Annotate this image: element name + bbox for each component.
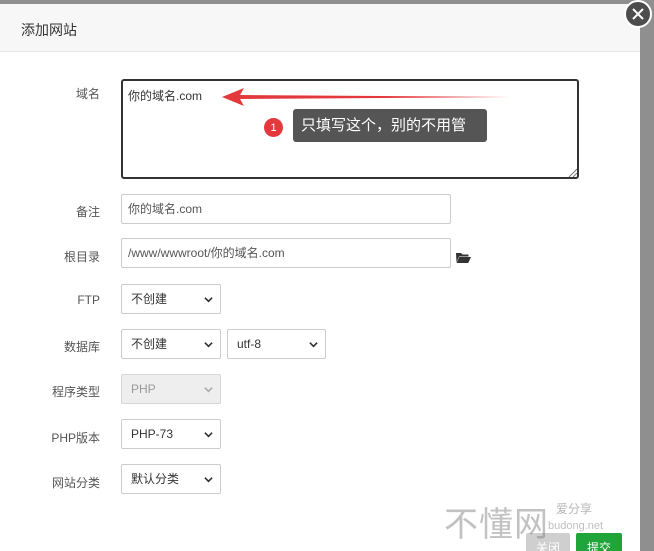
root-dir-label: 根目录: [63, 250, 100, 264]
chevron-down-icon: [309, 342, 318, 348]
php-version-select[interactable]: PHP-73: [121, 419, 221, 449]
root-dir-input[interactable]: /www/wwwroot/你的域名.com: [121, 238, 451, 268]
close-button[interactable]: [624, 0, 652, 28]
site-category-select-value: 默认分类: [131, 472, 180, 486]
ftp-select[interactable]: 不创建: [121, 284, 221, 314]
domain-label: 域名: [75, 87, 100, 101]
dialog-title: 添加网站: [21, 22, 77, 38]
site-category-label: 网站分类: [51, 476, 100, 490]
ftp-label: FTP: [77, 293, 100, 307]
database-label: 数据库: [63, 340, 100, 354]
database-select-value: 不创建: [131, 337, 168, 351]
folder-open-icon[interactable]: [455, 251, 471, 264]
resize-grip-icon[interactable]: [567, 167, 577, 177]
charset-select-value: utf-8: [237, 337, 262, 351]
ftp-select-value: 不创建: [131, 292, 168, 306]
chevron-down-icon: [204, 387, 213, 393]
close-x-icon: [632, 8, 644, 20]
program-type-select: PHP: [121, 374, 221, 404]
chevron-down-icon: [204, 297, 213, 303]
php-version-select-value: PHP-73: [131, 427, 174, 441]
submit-button[interactable]: 提交: [576, 533, 622, 551]
annotation-arrow-icon: [222, 88, 512, 106]
watermark-logo: 不懂网: [444, 505, 549, 545]
database-select[interactable]: 不创建: [121, 329, 221, 359]
remark-input[interactable]: 你的域名.com: [121, 194, 451, 224]
program-type-label: 程序类型: [51, 385, 100, 399]
watermark-url: budong.net: [548, 520, 604, 532]
annotation-badge: 1: [264, 118, 283, 137]
site-category-select[interactable]: 默认分类: [121, 464, 221, 494]
remark-label: 备注: [75, 205, 100, 219]
chevron-down-icon: [204, 477, 213, 483]
php-version-label: PHP版本: [51, 431, 100, 445]
chevron-down-icon: [204, 342, 213, 348]
dialog-header: 添加网站: [0, 4, 640, 52]
program-type-select-value: PHP: [131, 382, 156, 396]
annotation-tooltip: 只填写这个，别的不用管: [293, 109, 487, 142]
charset-select[interactable]: utf-8: [227, 329, 326, 359]
watermark-tagline: 爱分享: [556, 502, 593, 516]
chevron-down-icon: [204, 432, 213, 438]
